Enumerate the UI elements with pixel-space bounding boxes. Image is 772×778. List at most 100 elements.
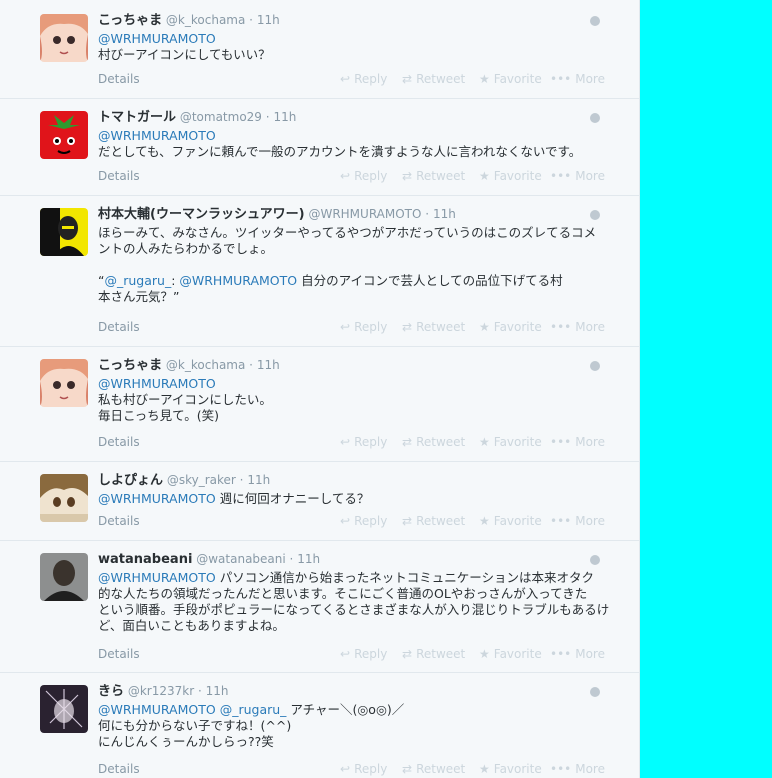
tweet[interactable]: きら @kr1237kr · 11h @WRHMURAMOTO @_rugaru…	[0, 673, 639, 778]
retweet-icon: ⇄	[402, 762, 413, 776]
retweet-button[interactable]: ⇄ Retweet	[402, 169, 465, 183]
separator-dot: ·	[197, 684, 202, 698]
favorite-label: Favorite	[493, 435, 542, 449]
retweet-icon: ⇄	[402, 514, 413, 528]
user-handle[interactable]: @k_kochama	[166, 13, 245, 27]
quote-text-line: 本さん元気？”	[98, 289, 180, 304]
star-icon: ★	[479, 320, 490, 334]
retweet-icon: ⇄	[402, 435, 413, 449]
tweet[interactable]: しよぴょん @sky_raker · 11h @WRHMURAMOTO 週に何回…	[0, 462, 639, 541]
more-label: More	[575, 320, 605, 334]
user-handle[interactable]: @watanabeani	[196, 552, 285, 566]
tweet[interactable]: こっちゃま @k_kochama · 11h @WRHMURAMOTO 村びーア…	[0, 0, 639, 99]
tweet-timestamp[interactable]: 11h	[273, 110, 296, 124]
retweet-button[interactable]: ⇄ Retweet	[402, 762, 465, 776]
reply-label: Reply	[354, 435, 388, 449]
details-link[interactable]: Details	[98, 647, 140, 661]
favorite-button[interactable]: ★ Favorite	[479, 169, 542, 183]
avatar[interactable]	[40, 208, 88, 256]
tweet-text-line: 毎日こっち見て。(笑)	[98, 408, 220, 423]
tweet[interactable]: 村本大輔(ウーマンラッシュアワー) @WRHMURAMOTO · 11h ほらー…	[0, 196, 639, 347]
tweet-timestamp[interactable]: 11h	[433, 207, 456, 221]
retweet-button[interactable]: ⇄ Retweet	[402, 72, 465, 86]
user-fullname[interactable]: こっちゃま	[98, 358, 162, 373]
details-link[interactable]: Details	[98, 72, 140, 86]
details-link[interactable]: Details	[98, 169, 140, 183]
tweet-timestamp[interactable]: 11h	[247, 473, 270, 487]
details-link[interactable]: Details	[98, 514, 140, 528]
reply-button[interactable]: ↩ Reply	[340, 169, 387, 183]
retweet-button[interactable]: ⇄ Retweet	[402, 435, 465, 449]
tweet-timestamp[interactable]: 11h	[297, 552, 320, 566]
mention-link[interactable]: @WRHMURAMOTO	[98, 491, 216, 506]
mention-link[interactable]: @_rugaru_	[104, 273, 171, 288]
mention-link[interactable]: @WRHMURAMOTO	[98, 702, 216, 717]
favorite-button[interactable]: ★ Favorite	[479, 320, 542, 334]
mention-link[interactable]: @WRHMURAMOTO	[98, 570, 216, 585]
user-handle[interactable]: @sky_raker	[167, 473, 236, 487]
user-fullname[interactable]: しよぴょん	[98, 473, 163, 488]
more-button[interactable]: ••• More	[550, 320, 605, 334]
retweet-button[interactable]: ⇄ Retweet	[402, 514, 465, 528]
more-label: More	[575, 762, 605, 776]
mention-link[interactable]: @WRHMURAMOTO	[179, 273, 297, 288]
tweet[interactable]: トマトガール @tomatmo29 · 11h @WRHMURAMOTO だとし…	[0, 99, 639, 196]
retweet-button[interactable]: ⇄ Retweet	[402, 647, 465, 661]
star-icon: ★	[479, 514, 490, 528]
tweet[interactable]: watanabeani @watanabeani · 11h @WRHMURAM…	[0, 541, 639, 673]
user-handle[interactable]: @tomatmo29	[180, 110, 262, 124]
favorite-button[interactable]: ★ Favorite	[479, 762, 542, 776]
avatar-dark-sketch-icon	[40, 685, 88, 733]
details-link[interactable]: Details	[98, 320, 140, 334]
more-button[interactable]: ••• More	[550, 169, 605, 183]
favorite-button[interactable]: ★ Favorite	[479, 514, 542, 528]
reply-button[interactable]: ↩ Reply	[340, 320, 387, 334]
more-button[interactable]: ••• More	[550, 435, 605, 449]
mention-link[interactable]: @WRHMURAMOTO	[98, 376, 216, 391]
tweet-text: @WRHMURAMOTO 村びーアイコンにしてもいい？	[98, 31, 598, 63]
tweet-text-line: ントの人みたらわかるでしょ。	[98, 241, 274, 256]
avatar[interactable]	[40, 359, 88, 407]
avatar[interactable]	[40, 111, 88, 159]
reply-icon: ↩	[340, 762, 351, 776]
mention-link[interactable]: @WRHMURAMOTO	[98, 31, 216, 46]
avatar[interactable]	[40, 553, 88, 601]
user-fullname[interactable]: こっちゃま	[98, 13, 162, 28]
mention-link[interactable]: @_rugaru_	[216, 702, 287, 717]
favorite-button[interactable]: ★ Favorite	[479, 435, 542, 449]
retweet-icon: ⇄	[402, 647, 413, 661]
retweet-button[interactable]: ⇄ Retweet	[402, 320, 465, 334]
tweet-timestamp[interactable]: 11h	[206, 684, 229, 698]
reply-button[interactable]: ↩ Reply	[340, 72, 387, 86]
tweet[interactable]: こっちゃま @k_kochama · 11h @WRHMURAMOTO 私も村び…	[0, 347, 639, 462]
separator-dot: ·	[249, 13, 253, 27]
more-button[interactable]: ••• More	[550, 514, 605, 528]
favorite-button[interactable]: ★ Favorite	[479, 72, 542, 86]
reply-button[interactable]: ↩ Reply	[340, 762, 387, 776]
tweet-timestamp[interactable]: 11h	[257, 358, 280, 372]
reply-button[interactable]: ↩ Reply	[340, 647, 387, 661]
user-fullname[interactable]: きら	[98, 684, 124, 699]
user-fullname[interactable]: watanabeani	[98, 552, 192, 567]
avatar[interactable]	[40, 685, 88, 733]
user-handle[interactable]: @WRHMURAMOTO	[308, 207, 421, 221]
more-button[interactable]: ••• More	[550, 762, 605, 776]
more-button[interactable]: ••• More	[550, 72, 605, 86]
user-handle[interactable]: @kr1237kr	[128, 684, 194, 698]
user-fullname[interactable]: トマトガール	[98, 110, 176, 125]
more-icon: •••	[550, 320, 572, 334]
reply-button[interactable]: ↩ Reply	[340, 435, 387, 449]
user-handle[interactable]: @k_kochama	[166, 358, 245, 372]
star-icon: ★	[479, 762, 490, 776]
details-link[interactable]: Details	[98, 762, 140, 776]
tweet-text-line: 的な人たちの領域だったんだと思います。そこにごく普通のOLやおっさんが入ってきた	[98, 586, 588, 601]
user-fullname[interactable]: 村本大輔(ウーマンラッシュアワー)	[98, 207, 305, 222]
tweet-timestamp[interactable]: 11h	[257, 13, 280, 27]
more-button[interactable]: ••• More	[550, 647, 605, 661]
favorite-button[interactable]: ★ Favorite	[479, 647, 542, 661]
reply-button[interactable]: ↩ Reply	[340, 514, 387, 528]
details-link[interactable]: Details	[98, 435, 140, 449]
avatar[interactable]	[40, 14, 88, 62]
mention-link[interactable]: @WRHMURAMOTO	[98, 128, 216, 143]
avatar[interactable]	[40, 474, 88, 522]
